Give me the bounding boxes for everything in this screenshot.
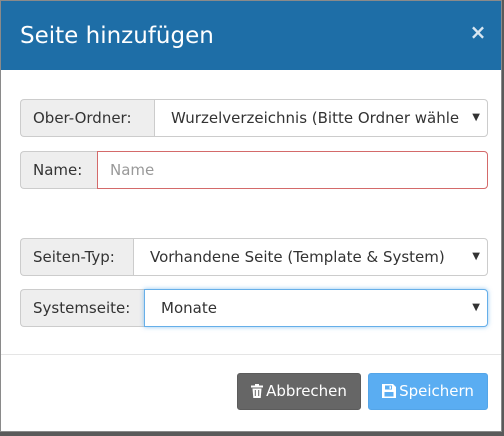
trash-icon <box>251 384 264 398</box>
chevron-down-icon: ▼ <box>472 302 480 313</box>
name-label: Name: <box>20 151 97 189</box>
name-row: Name: Name <box>20 151 488 189</box>
save-button-label: Speichern <box>399 382 474 400</box>
parent-folder-value: Wurzelverzeichnis (Bitte Ordner wähle <box>171 109 460 127</box>
save-icon <box>382 384 397 398</box>
dialog-title: Seite hinzufügen <box>20 23 214 49</box>
cancel-button-label: Abbrechen <box>266 382 347 400</box>
add-page-dialog: Seite hinzufügen × Ober-Ordner: Wurzelve… <box>0 0 502 432</box>
page-type-value: Vorhandene Seite (Template & System) <box>150 248 445 266</box>
system-page-select[interactable]: Monate ▼ <box>144 289 488 327</box>
save-button[interactable]: Speichern <box>368 373 488 410</box>
system-page-value: Monate <box>161 299 217 317</box>
name-input[interactable]: Name <box>97 151 488 189</box>
chevron-down-icon: ▼ <box>472 251 480 262</box>
dialog-header: Seite hinzufügen × <box>1 1 501 70</box>
parent-folder-select[interactable]: Wurzelverzeichnis (Bitte Ordner wähle ▼ <box>154 99 488 137</box>
page-type-row: Seiten-Typ: Vorhandene Seite (Template &… <box>20 238 488 276</box>
parent-folder-label: Ober-Ordner: <box>20 99 154 137</box>
parent-folder-row: Ober-Ordner: Wurzelverzeichnis (Bitte Or… <box>20 99 488 137</box>
page-type-label: Seiten-Typ: <box>20 238 133 276</box>
close-icon[interactable]: × <box>469 21 487 43</box>
chevron-down-icon: ▼ <box>472 112 480 123</box>
footer-divider <box>1 354 501 355</box>
name-placeholder: Name <box>110 161 155 179</box>
page-type-select[interactable]: Vorhandene Seite (Template & System) ▼ <box>133 238 488 276</box>
system-page-label: Systemseite: <box>20 289 144 327</box>
system-page-row: Systemseite: Monate ▼ <box>20 289 488 327</box>
cancel-button[interactable]: Abbrechen <box>237 373 361 410</box>
